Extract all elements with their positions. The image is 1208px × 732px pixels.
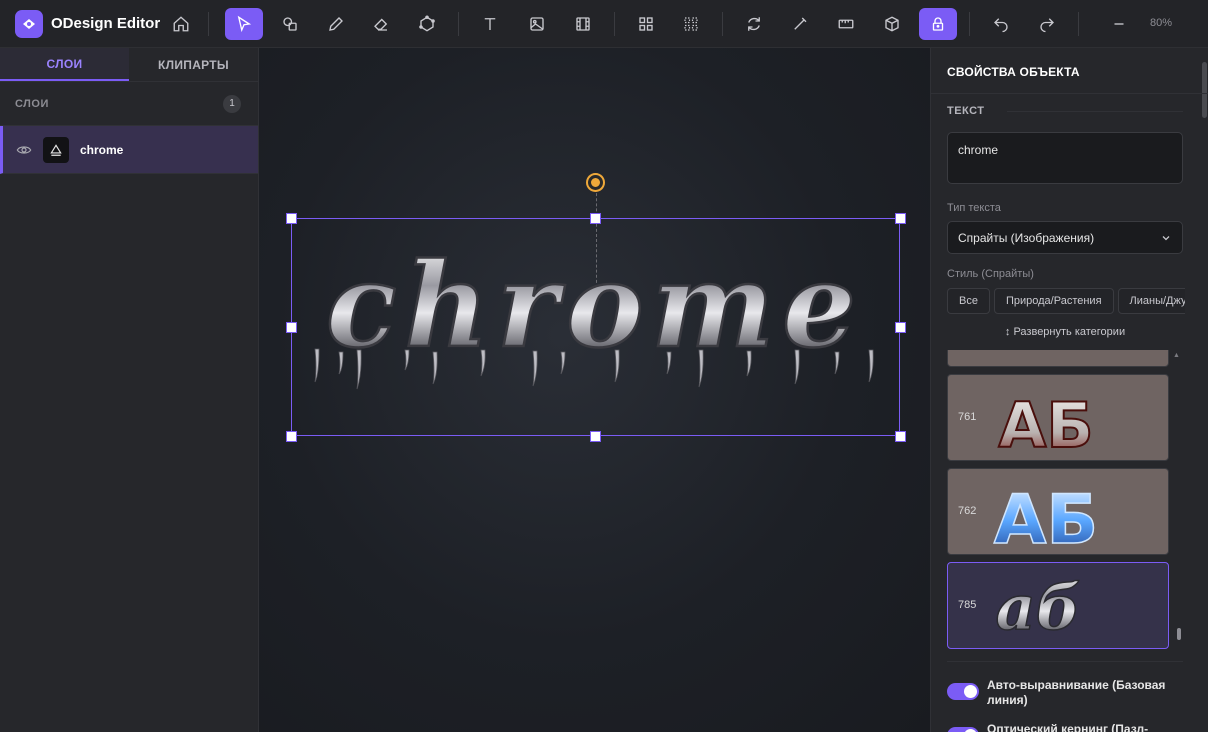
toolbar-separator: [1078, 12, 1079, 36]
zoom-out-icon[interactable]: [1100, 8, 1138, 40]
sprite-number: 762: [958, 505, 977, 517]
image-tool-icon[interactable]: [518, 8, 556, 40]
layers-count-badge: 1: [223, 94, 241, 113]
sprite-letters: АБ: [998, 389, 1093, 457]
auto-align-label: Авто-выравнивание (Базовая линия): [987, 678, 1166, 707]
properties-panel: СВОЙСТВА ОБЪЕКТА ТЕКСТ Тип текста Спрайт…: [930, 48, 1208, 732]
design-canvas[interactable]: chrome: [259, 48, 930, 732]
sprite-scrollbar[interactable]: [1177, 628, 1181, 640]
text-content-input[interactable]: [947, 132, 1183, 184]
resize-handle-n[interactable]: [590, 213, 601, 224]
auto-align-toggle[interactable]: [947, 683, 979, 700]
editor-app: ODesign Editor 80% СЛОИ КЛИПАРТЫ СЛОИ 1 …: [0, 0, 1208, 732]
magic-wand-icon[interactable]: [781, 8, 819, 40]
layer-name: chrome: [80, 142, 124, 157]
top-toolbar: ODesign Editor 80%: [0, 0, 1208, 48]
sprite-number: 761: [958, 411, 977, 423]
sprite-item-selected[interactable]: 785 аб: [947, 562, 1169, 649]
layers-panel: СЛОИ КЛИПАРТЫ СЛОИ 1 chrome: [0, 48, 259, 732]
redo-icon[interactable]: [1028, 8, 1066, 40]
sprite-preview-lightning: АБ: [993, 480, 1099, 551]
chip-all[interactable]: Все: [947, 288, 990, 314]
sprite-list: 761 АБ 762 АБ 785 аб: [947, 350, 1185, 662]
eye-icon[interactable]: [16, 142, 32, 158]
divider: [931, 93, 1208, 94]
selection-box[interactable]: [291, 218, 900, 436]
resize-handle-s[interactable]: [590, 431, 601, 442]
tab-cliparts[interactable]: КЛИПАРТЫ: [129, 48, 258, 81]
resize-handle-sw[interactable]: [286, 431, 297, 442]
text-type-select[interactable]: Спрайты (Изображения): [947, 221, 1183, 254]
section-text-label: ТЕКСТ: [947, 105, 985, 117]
refresh-icon[interactable]: [735, 8, 773, 40]
text-type-value: Спрайты (Изображения): [958, 230, 1095, 245]
sprite-item[interactable]: 762 АБ: [947, 468, 1169, 555]
section-line: [1007, 111, 1183, 112]
grid-icon[interactable]: [627, 8, 665, 40]
undo-icon[interactable]: [982, 8, 1020, 40]
text-layer-icon: [43, 136, 69, 163]
divider: [947, 661, 1183, 662]
toolbar-separator: [722, 12, 723, 36]
cube-icon[interactable]: [873, 8, 911, 40]
layer-row[interactable]: chrome: [0, 126, 258, 174]
layers-header: СЛОИ 1: [0, 82, 258, 126]
lock-icon[interactable]: [919, 8, 957, 40]
video-tool-icon[interactable]: [564, 8, 602, 40]
resize-handle-w[interactable]: [286, 322, 297, 333]
app-title: ODesign Editor: [51, 15, 161, 32]
rotate-handle[interactable]: [588, 175, 603, 190]
text-tool-icon[interactable]: [471, 8, 509, 40]
eraser-tool-icon[interactable]: [362, 8, 400, 40]
tab-layers[interactable]: СЛОИ: [0, 48, 129, 81]
resize-handle-e[interactable]: [895, 322, 906, 333]
panel-title: СВОЙСТВА ОБЪЕКТА: [947, 65, 1080, 79]
panel-scrollbar[interactable]: [1202, 62, 1207, 118]
text-type-label: Тип текста: [947, 202, 1001, 214]
style-label: Стиль (Спрайты): [947, 268, 1034, 280]
zoom-level: 80%: [1150, 17, 1173, 29]
scroll-up-icon[interactable]: ▲: [1173, 352, 1180, 359]
style-chips: ВсеПрирода/РастенияЛианы/Джунгли: [947, 288, 1185, 315]
pencil-tool-icon[interactable]: [317, 8, 355, 40]
toolbar-separator: [614, 12, 615, 36]
resize-handle-se[interactable]: [895, 431, 906, 442]
select-tool-icon[interactable]: [225, 8, 263, 40]
sprite-preview-chrome: аб: [995, 570, 1081, 645]
sprite-item[interactable]: 761 АБ: [947, 374, 1169, 461]
toolbar-separator: [208, 12, 209, 36]
layers-title: СЛОИ: [15, 97, 49, 110]
optical-kerning-label: Оптический кернинг (Пазл-: [987, 722, 1149, 732]
chip-vines[interactable]: Лианы/Джунгли: [1117, 288, 1185, 314]
brand: ODesign Editor: [15, 9, 165, 38]
resize-handle-ne[interactable]: [895, 213, 906, 224]
toolbar-separator: [458, 12, 459, 36]
toolbar-separator: [969, 12, 970, 36]
shapes-tool-icon[interactable]: [271, 8, 309, 40]
expand-categories-button[interactable]: ↕ Развернуть категории: [947, 326, 1183, 338]
optical-kerning-toggle-row[interactable]: Оптический кернинг (Пазл-: [947, 722, 1187, 732]
left-tabs: СЛОИ КЛИПАРТЫ: [0, 48, 258, 82]
chevron-down-icon: [1162, 235, 1170, 240]
resize-handle-nw[interactable]: [286, 213, 297, 224]
sprite-letters: АБ: [994, 481, 1098, 551]
logo-icon: [15, 9, 43, 38]
sprite-item[interactable]: [947, 350, 1169, 367]
sprite-letters: аб: [996, 571, 1081, 644]
ungroup-icon[interactable]: [672, 8, 710, 40]
optical-kerning-toggle[interactable]: [947, 727, 979, 732]
home-icon[interactable]: [162, 8, 200, 40]
ruler-icon[interactable]: [827, 8, 865, 40]
chip-nature[interactable]: Природа/Растения: [993, 288, 1114, 314]
sprite-preview-blood: АБ: [997, 388, 1094, 457]
auto-align-toggle-row[interactable]: Авто-выравнивание (Базовая линия): [947, 678, 1187, 708]
node-edit-tool-icon[interactable]: [408, 8, 446, 40]
sprite-number: 785: [958, 599, 977, 611]
